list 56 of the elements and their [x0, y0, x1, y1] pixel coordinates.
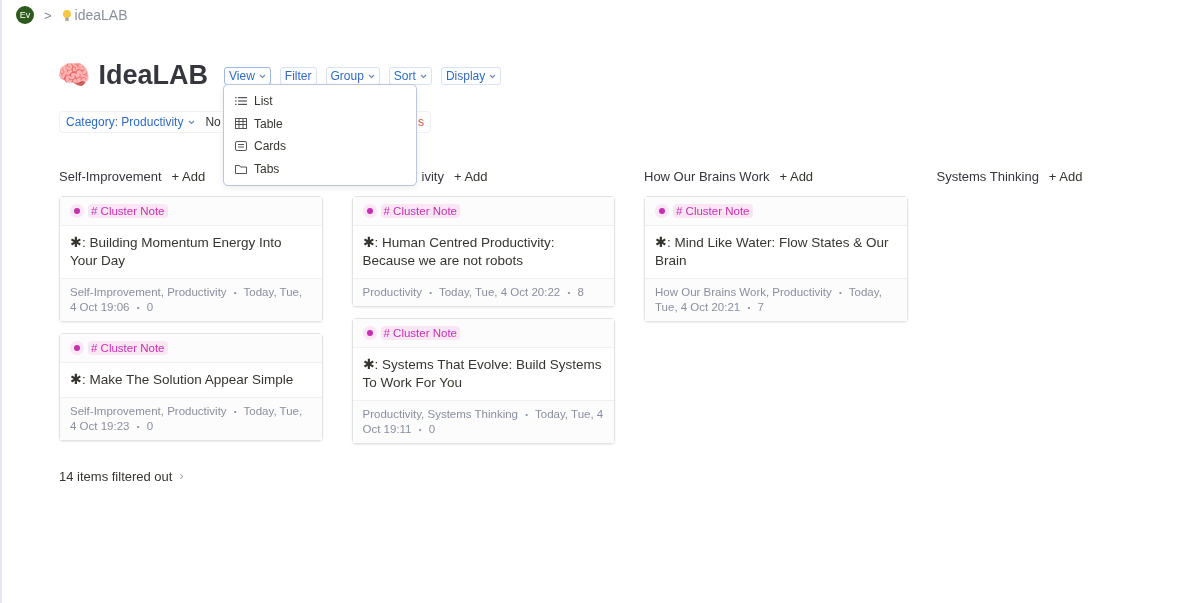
menu-item[interactable]: Table [224, 112, 416, 135]
toolbar-button[interactable]: Group [325, 67, 380, 85]
add-button[interactable]: + Add [453, 168, 488, 184]
card-meta: Self-Improvement, Productivity • Today, Tue, 4 Oct 19:06 • 0 [60, 278, 322, 321]
lightbulb-icon [61, 8, 72, 22]
note-card[interactable]: # Cluster Note ✱: Systems That Evolve: Build Systems To Work For You Productivity, Systems Thinking • Today, Tue, 4 Oct 19:11 • 0 [351, 317, 615, 444]
card-title: ✱: Make The Solution Appear Simple [69, 370, 295, 389]
breadcrumb-separator: > [44, 7, 52, 23]
card-meta: Productivity, Systems Thinking • Today, Tue, 4 Oct 19:11 • 0 [352, 399, 614, 443]
card-title: ✱: Human Centred Productivity: Because we are not robots [361, 234, 556, 270]
note-card[interactable]: # Cluster Note ✱: Human Centred Productivity: Because we are not robots Productivity • Today, Tue, 4 Oct 20:22 • 8 [351, 196, 615, 307]
avatar[interactable]: Ev [16, 6, 34, 24]
menu-item[interactable]: Cards [224, 135, 416, 158]
card-title: ✱: Systems That Evolve: Build Systems To Work For You [361, 355, 603, 392]
add-button[interactable]: + Add [779, 168, 814, 184]
add-button[interactable]: + Add [171, 168, 206, 184]
page-title: 🧠 IdeaLAB [57, 59, 209, 91]
folder-icon [235, 163, 247, 174]
card-meta: Productivity • Today, Tue, 4 Oct 20:22 • 8 [352, 278, 614, 306]
tag[interactable]: # Cluster Note [88, 340, 168, 355]
filter-dropdown[interactable]: Category: Productivity [66, 115, 196, 129]
card-title: ✱: Mind Like Water: Flow States & Our Brain [654, 234, 890, 270]
table-icon [235, 118, 247, 130]
menu-item[interactable]: Tabs [224, 157, 416, 180]
status-dot-icon [362, 204, 377, 218]
caret-icon [188, 119, 196, 125]
tag[interactable]: # Cluster Note [673, 204, 753, 218]
toolbar-button[interactable]: Filter [279, 67, 317, 85]
tag[interactable]: # Cluster Note [380, 204, 460, 218]
status-dot-icon [655, 204, 669, 218]
column-title: ivity [421, 168, 444, 184]
column-title: Self-Improvement [59, 168, 162, 184]
list-icon [235, 96, 247, 107]
tag[interactable]: # Cluster Note [88, 204, 168, 218]
note-card[interactable]: # Cluster Note ✱: Building Momentum Energy Into Your Day Self-Improvement, Productivity • Today, Tue, 4 Oct 19:06 • 0 [59, 196, 323, 322]
note-card[interactable]: # Cluster Note ✱: Make The Solution Appear Simple Self-Improvement, Productivity • Today, Tue, 4 Oct 19:23 • 0 [59, 332, 323, 441]
add-button[interactable]: + Add [1048, 168, 1083, 184]
filtered-out-link[interactable]: 14 items filtered out [59, 468, 173, 484]
toolbar-button[interactable]: Display [440, 67, 502, 85]
toolbar-button[interactable]: Sort [388, 67, 432, 85]
status-dot-icon [70, 340, 84, 355]
column-title: How Our Brains Work [644, 168, 770, 184]
card-icon [235, 141, 247, 152]
column-title: Systems Thinking [936, 168, 1039, 184]
card-meta: How Our Brains Work, Productivity • Today, Tue, 4 Oct 20:21 • 7 [645, 278, 907, 321]
breadcrumb-text: ideaLAB [74, 7, 128, 23]
tag[interactable]: # Cluster Note [380, 325, 460, 340]
card-meta: Self-Improvement, Productivity • Today, Tue, 4 Oct 19:23 • 0 [60, 396, 322, 440]
card-title: ✱: Building Momentum Energy Into Your Day [69, 234, 283, 270]
status-dot-icon [70, 204, 84, 218]
filter-label[interactable]: No [205, 115, 221, 129]
status-dot-icon [362, 325, 377, 340]
filter-warning[interactable]: s [418, 115, 424, 129]
note-card[interactable]: # Cluster Note ✱: Mind Like Water: Flow States & Our Brain How Our Brains Work, Productivity • Today, Tue, 4 Oct 20:21 • 7 [644, 196, 908, 322]
toolbar-button[interactable]: View [224, 67, 271, 85]
menu-item[interactable]: List [224, 90, 416, 113]
